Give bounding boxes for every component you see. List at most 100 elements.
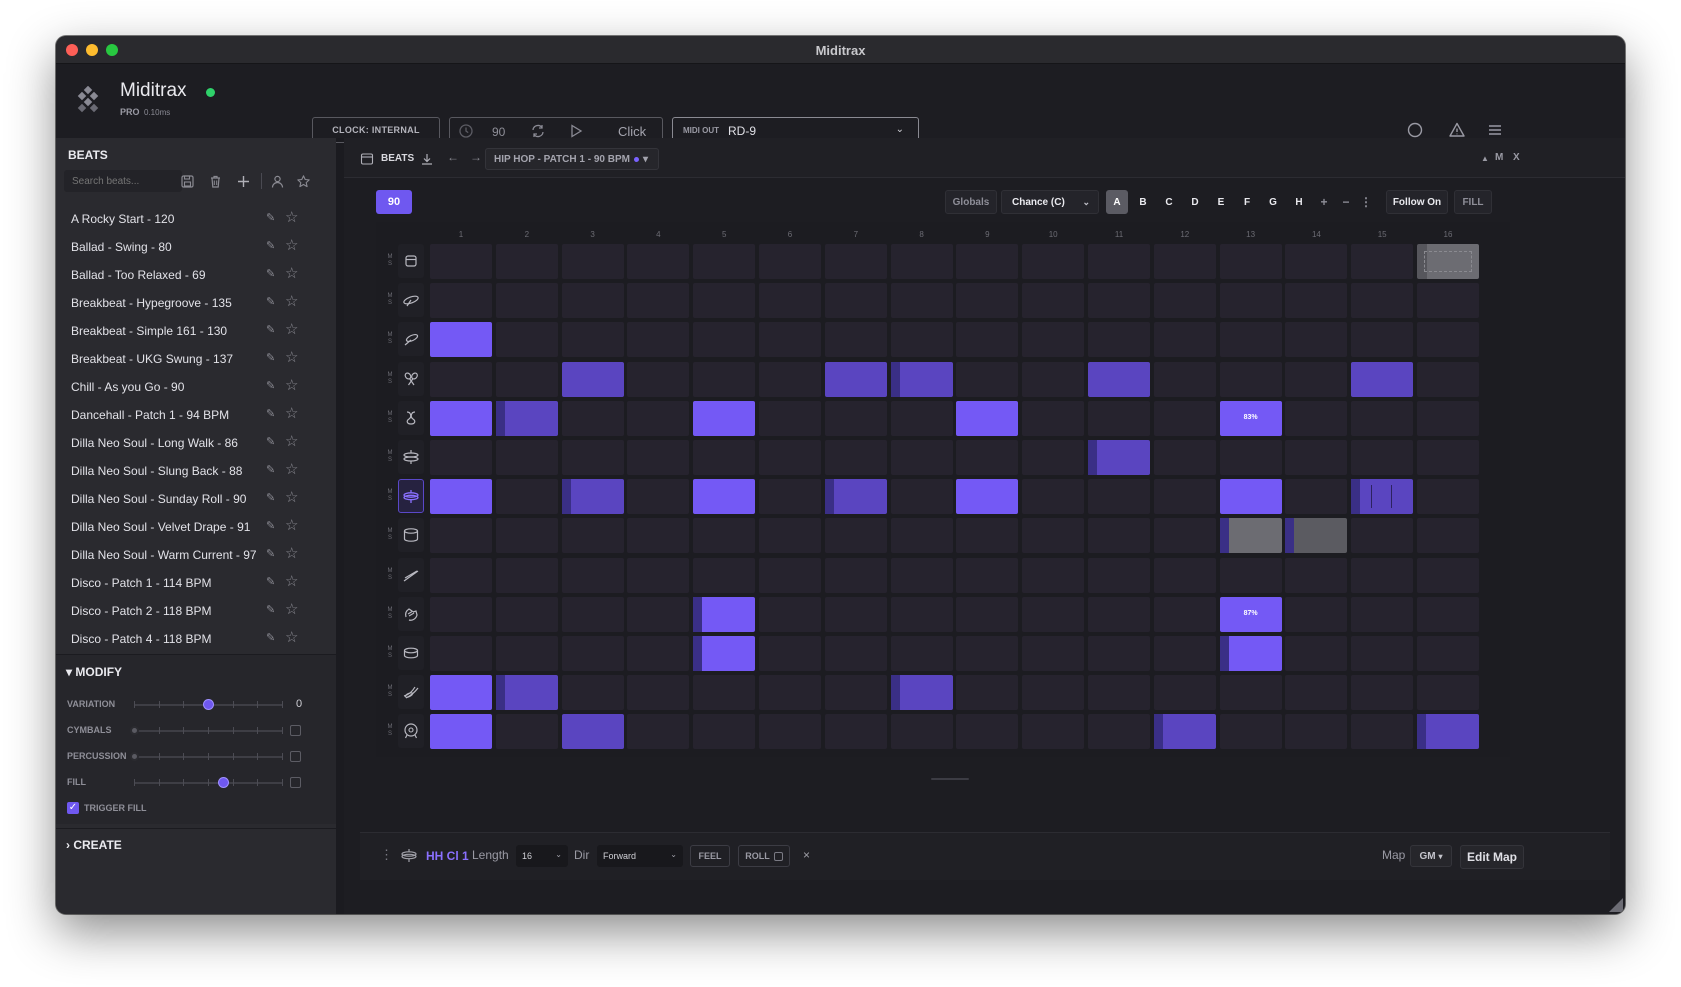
percussion-lock-icon[interactable] <box>290 751 301 762</box>
record-circle-icon[interactable] <box>1406 121 1424 139</box>
variation-slider[interactable]: VARIATION 0 <box>56 695 336 715</box>
pattern-d-button[interactable]: D <box>1184 190 1206 214</box>
beat-list-item[interactable]: Disco - Patch 4 - 118 BPM ✎ ☆ <box>56 624 336 652</box>
step-cell[interactable] <box>1285 244 1348 279</box>
step-cell[interactable] <box>495 557 558 593</box>
step-cell[interactable] <box>1417 714 1479 750</box>
patch-selector[interactable]: HIP HOP - PATCH 1 - 90 BPM ▾ <box>485 148 659 170</box>
follow-on-button[interactable]: Follow On <box>1386 190 1448 214</box>
step-cell[interactable] <box>1285 518 1348 554</box>
step-cell[interactable] <box>495 675 558 711</box>
save-icon[interactable] <box>180 174 195 189</box>
hihat-closed-icon[interactable] <box>398 479 424 514</box>
step-cell[interactable] <box>693 596 756 632</box>
step-cell[interactable] <box>956 361 1019 397</box>
step-cell[interactable] <box>561 636 624 671</box>
step-cell[interactable] <box>1153 361 1216 397</box>
pencil-icon[interactable]: ✎ <box>266 575 275 588</box>
step-cell[interactable] <box>824 440 887 475</box>
step-cell[interactable] <box>430 714 492 750</box>
step-cell[interactable] <box>1285 714 1348 750</box>
step-cell[interactable] <box>824 518 887 554</box>
mode-select[interactable]: Chance (C) ⌄ <box>1001 190 1099 214</box>
step-cell[interactable] <box>824 596 887 632</box>
beat-list-item[interactable]: Dilla Neo Soul - Slung Back - 88 ✎ ☆ <box>56 456 336 484</box>
step-cell[interactable] <box>1351 283 1414 319</box>
step-cell[interactable] <box>1417 283 1479 319</box>
step-cell[interactable] <box>1351 714 1414 750</box>
step-cell[interactable] <box>824 400 887 436</box>
percussion-slider[interactable]: PERCUSSION <box>56 747 336 767</box>
step-cell[interactable] <box>1351 440 1414 475</box>
step-cell[interactable] <box>1285 557 1348 593</box>
pencil-icon[interactable]: ✎ <box>266 323 275 336</box>
step-cell[interactable] <box>627 636 690 671</box>
step-cell[interactable] <box>1153 244 1216 279</box>
step-cell[interactable] <box>759 518 821 554</box>
step-cell[interactable] <box>1285 322 1348 358</box>
pencil-icon[interactable]: ✎ <box>266 435 275 448</box>
step-cell[interactable] <box>1088 244 1150 279</box>
step-cell[interactable] <box>1022 675 1085 711</box>
more-options-button[interactable]: ⋮ <box>1358 190 1374 214</box>
step-cell[interactable] <box>1417 244 1479 279</box>
pattern-h-button[interactable]: H <box>1288 190 1310 214</box>
step-cell[interactable] <box>693 440 756 475</box>
mute-solo-toggle[interactable]: M S <box>386 646 394 660</box>
step-cell[interactable] <box>1285 440 1348 475</box>
step-cell[interactable] <box>627 283 690 319</box>
add-icon[interactable] <box>236 174 251 189</box>
step-cell[interactable] <box>1219 636 1282 671</box>
step-cell[interactable] <box>430 518 492 554</box>
step-cell[interactable] <box>1022 596 1085 632</box>
step-cell[interactable] <box>956 518 1019 554</box>
beat-list-item[interactable]: Chill - As you Go - 90 ✎ ☆ <box>56 372 336 400</box>
step-cell[interactable] <box>1219 283 1282 319</box>
star-icon[interactable]: ☆ <box>285 544 298 562</box>
step-cell[interactable] <box>561 557 624 593</box>
step-cell[interactable] <box>956 440 1019 475</box>
step-cell[interactable] <box>561 479 624 515</box>
step-cell[interactable] <box>1022 400 1085 436</box>
step-cell[interactable] <box>430 322 492 358</box>
step-cell[interactable] <box>1022 361 1085 397</box>
step-cell[interactable] <box>824 361 887 397</box>
clap-icon[interactable] <box>398 596 424 631</box>
step-cell[interactable] <box>824 636 887 671</box>
step-cell[interactable] <box>1351 400 1414 436</box>
step-cell[interactable] <box>759 596 821 632</box>
step-cell[interactable] <box>430 479 492 515</box>
step-cell[interactable] <box>1088 518 1150 554</box>
step-cell[interactable] <box>759 636 821 671</box>
step-cell[interactable] <box>1351 596 1414 632</box>
snare-drum-icon[interactable] <box>398 518 424 553</box>
star-icon[interactable]: ☆ <box>285 516 298 534</box>
box-icon[interactable] <box>398 244 424 278</box>
step-cell[interactable] <box>1351 557 1414 593</box>
cymbals-slider[interactable]: CYMBALS <box>56 721 336 741</box>
pencil-icon[interactable]: ✎ <box>266 631 275 644</box>
step-cell[interactable] <box>1088 322 1150 358</box>
bpm-badge[interactable]: 90 <box>376 190 412 214</box>
step-cell[interactable] <box>1088 361 1150 397</box>
step-cell[interactable] <box>956 479 1019 515</box>
step-cell[interactable] <box>759 244 821 279</box>
metronome-clock-icon[interactable] <box>458 123 474 139</box>
step-cell[interactable] <box>1351 361 1414 397</box>
user-icon[interactable] <box>270 174 285 189</box>
close-icon[interactable]: × <box>803 848 810 862</box>
cymbal-ride-icon[interactable] <box>398 283 424 318</box>
step-cell[interactable] <box>1417 440 1479 475</box>
step-cell[interactable] <box>824 322 887 358</box>
beat-list-item[interactable]: Dilla Neo Soul - Warm Current - 97 ✎ ☆ <box>56 540 336 568</box>
mute-solo-toggle[interactable]: M S <box>386 332 394 346</box>
step-cell[interactable] <box>1153 518 1216 554</box>
step-cell[interactable] <box>1285 361 1348 397</box>
close-panel-button[interactable]: X <box>1513 152 1520 163</box>
step-cell[interactable] <box>890 596 953 632</box>
step-cell[interactable] <box>1219 675 1282 711</box>
slider-knob[interactable] <box>218 778 228 787</box>
step-cell[interactable] <box>495 244 558 279</box>
tom-icon[interactable] <box>398 636 424 670</box>
fill-slider[interactable]: FILL <box>56 773 336 793</box>
